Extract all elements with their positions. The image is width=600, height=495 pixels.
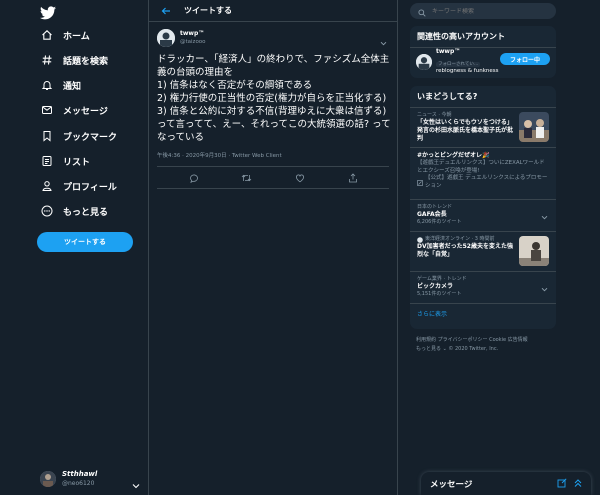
trend-thumbnail — [519, 112, 549, 142]
relevant-accounts-title: 関連性の高いアカウント — [410, 26, 556, 48]
trend-item[interactable]: 日本のトレンド GAFA会長 6,206件のツイート — [410, 200, 556, 232]
relevant-account-row[interactable]: twwp™ フォローされてい… reblogness & funkness フォ… — [410, 48, 556, 76]
relevant-accounts-card: 関連性の高いアカウント twwp™ フォローされてい… reblogness &… — [410, 26, 556, 78]
bookmark-icon — [40, 130, 53, 143]
tweet-button[interactable]: ツイートする — [37, 232, 133, 252]
chevron-down-icon[interactable] — [541, 277, 548, 296]
page-title: ツイートする — [184, 6, 232, 15]
nav-item-messages[interactable]: メッセージ — [40, 101, 108, 119]
trends-title: いまどうしてる? — [410, 86, 556, 108]
promoted-icon — [417, 179, 423, 186]
trend-category: ゲーム業界 · トレンド — [417, 276, 467, 282]
retweet-icon[interactable] — [241, 172, 253, 184]
trend-count: 5,151件のツイート — [417, 291, 462, 297]
share-icon[interactable] — [347, 172, 359, 184]
list-icon — [40, 155, 53, 168]
nav-item-home[interactable]: ホーム — [40, 26, 90, 44]
trend-title: ビックカメラ — [417, 283, 454, 290]
left-navigation: ホーム 話題を検索 通知 メッセージ ブックマーク リスト プロフィール もっと… — [0, 0, 148, 495]
footer-line-2[interactable]: もっと見る ⌄ © 2020 Twitter, Inc. — [416, 345, 556, 354]
nav-item-explore[interactable]: 話題を検索 — [40, 51, 108, 69]
account-name: Stthhawl — [62, 470, 98, 478]
new-message-icon[interactable] — [557, 478, 567, 488]
nav-item-more[interactable]: もっと見る — [40, 202, 108, 220]
following-button[interactable]: フォロー中 — [500, 53, 550, 65]
nav-item-label: もっと見る — [63, 207, 109, 218]
tweet-text: ドラッカー、「経済人」の終わりで、ファシズム全体主義の台頭の理由を 1) 信条は… — [157, 54, 391, 143]
expand-up-icon[interactable] — [573, 478, 583, 488]
header: ツイートする — [149, 0, 397, 22]
nav-item-label: 話題を検索 — [63, 56, 109, 67]
nav-item-lists[interactable]: リスト — [40, 152, 90, 170]
show-more-link[interactable]: さらに表示 — [410, 304, 556, 323]
trend-title: GAFA会長 — [417, 211, 447, 218]
relevant-account-name: twwp™ — [436, 48, 461, 56]
trend-title: 「女性はいくらでもウソをつける」発言の杉田水脈氏を橋本聖子氏が批判 — [417, 119, 514, 142]
trend-count: 6,206件のツイート — [417, 219, 462, 225]
trend-item[interactable]: 東洋経済オンライン · 3 時間前 DV加害者だった52歳夫を変えた強烈な「自覚… — [410, 232, 556, 272]
account-handle: @neo6120 — [62, 480, 95, 487]
trend-title: #かっとビングだぜオレ🎉 — [417, 152, 490, 159]
messages-title: メッセージ — [430, 479, 473, 490]
follows-you-badge: フォローされてい… — [436, 61, 481, 67]
search-bar[interactable] — [410, 3, 556, 19]
mail-icon — [40, 104, 53, 117]
search-input[interactable] — [432, 7, 542, 15]
nav-item-label: ブックマーク — [63, 132, 118, 143]
chevron-down-icon[interactable] — [541, 205, 548, 224]
nav-item-label: リスト — [63, 157, 91, 168]
trends-card: いまどうしてる? ニュース · 今朝 「女性はいくらでもウソをつける」発言の杉田… — [410, 86, 556, 329]
trend-item-promoted[interactable]: #かっとビングだぜオレ🎉 【遊戯王デュエルリンクス】ついにZEXALワールドとエ… — [410, 148, 556, 200]
tweet-avatar[interactable] — [157, 29, 175, 47]
footer-links: 利用規約 プライバシーポリシー Cookie 広告情報 もっと見る ⌄ © 20… — [416, 336, 556, 354]
nav-item-label: プロフィール — [63, 182, 117, 193]
home-icon — [40, 29, 53, 42]
hashtag-icon — [40, 54, 53, 67]
trend-item[interactable]: ニュース · 今朝 「女性はいくらでもウソをつける」発言の杉田水脈氏を橋本聖子氏… — [410, 108, 556, 148]
nav-item-label: ホーム — [63, 31, 90, 42]
main-column: ツイートする twwp™ @taizooo ドラッカー、「経済人」の終わりで、フ… — [148, 0, 398, 495]
trend-source: 東洋経済オンライン · 3 時間前 — [425, 236, 495, 242]
nav-item-label: 通知 — [63, 81, 82, 92]
trend-item[interactable]: ゲーム業界 · トレンド ビックカメラ 5,151件のツイート — [410, 272, 556, 304]
tweet-author-handle[interactable]: @taizooo — [180, 38, 206, 46]
reply-icon[interactable] — [188, 172, 200, 184]
trend-title: DV加害者だった52歳夫を変えた強烈な「自覚」 — [417, 243, 513, 258]
trend-category: 日本のトレンド — [417, 204, 453, 210]
right-sidebar: 関連性の高いアカウント twwp™ フォローされてい… reblogness &… — [410, 0, 558, 495]
more-circle-icon — [40, 205, 53, 218]
person-icon — [40, 180, 53, 193]
relevant-account-bio: reblogness & funkness — [436, 68, 499, 75]
news-source-icon — [417, 236, 423, 243]
tweet-timestamp: 午後4:36 · 2020年9月30日 · Twitter Web Client — [157, 151, 389, 167]
nav-item-label: メッセージ — [63, 106, 108, 117]
tweet-author-name[interactable]: twwp™ — [180, 30, 206, 38]
bell-icon — [40, 79, 53, 92]
tweet-detail: twwp™ @taizooo ドラッカー、「経済人」の終わりで、ファシズム全体主… — [149, 22, 397, 189]
nav-item-notifications[interactable]: 通知 — [40, 76, 81, 94]
nav-item-bookmarks[interactable]: ブックマーク — [40, 127, 117, 145]
avatar — [416, 54, 432, 70]
twitter-logo-icon[interactable] — [40, 5, 56, 21]
promoted-text: 【公式】遊戯王 デュエルリンクスによるプロモーション — [425, 175, 548, 189]
messages-drawer[interactable]: メッセージ — [421, 472, 591, 495]
footer-line-1[interactable]: 利用規約 プライバシーポリシー Cookie 広告情報 — [416, 336, 556, 345]
search-icon — [418, 2, 426, 21]
trend-thumbnail — [519, 236, 549, 266]
chevron-down-icon — [132, 474, 140, 493]
account-switcher[interactable]: Stthhawl @neo6120 — [40, 467, 144, 491]
tweet-actions — [157, 167, 389, 189]
promoted-label: 【公式】遊戯王 デュエルリンクスによるプロモーション — [417, 175, 549, 190]
nav-item-profile[interactable]: プロフィール — [40, 177, 117, 195]
chevron-down-icon[interactable] — [380, 31, 387, 50]
back-arrow-icon[interactable] — [159, 4, 173, 18]
trend-body: 【遊戯王デュエルリンクス】ついにZEXALワールドとエクシーズ召喚が登場! — [417, 160, 545, 174]
avatar — [40, 471, 56, 487]
like-icon[interactable] — [294, 172, 306, 184]
